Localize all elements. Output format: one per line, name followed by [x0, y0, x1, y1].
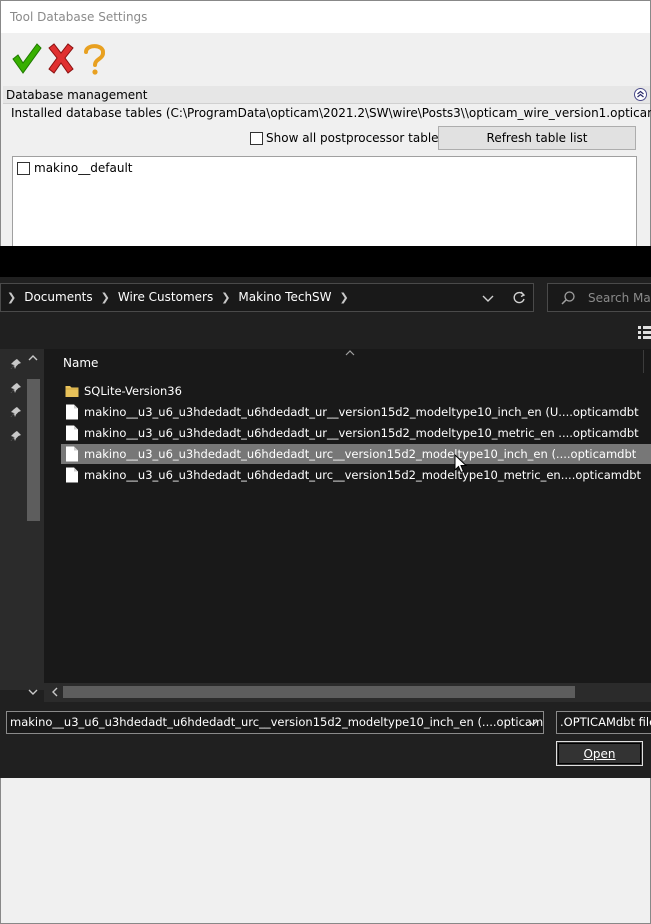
list-item-file[interactable]: makino__u3_u6_u3hdedadt_u6hdedadt_ur__ve… — [61, 402, 651, 422]
breadcrumb-item-documents[interactable]: Documents — [24, 290, 92, 304]
pin-icon[interactable] — [10, 358, 22, 370]
file-list-pane: Name SQLite-Version36 makino__u3_u6_u3hd… — [44, 349, 651, 690]
column-divider[interactable] — [643, 350, 644, 373]
open-file-dialog: ❯ Documents ❯ Wire Customers ❯ Makino Te… — [0, 246, 651, 778]
horizontal-scrollbar[interactable] — [44, 683, 651, 702]
breadcrumb-item-wire-customers[interactable]: Wire Customers — [118, 290, 213, 304]
file-name: makino__u3_u6_u3hdedadt_u6hdedadt_ur__ve… — [84, 405, 639, 419]
file-type-value: .OPTICAMdbt files — [560, 715, 651, 729]
red-x-icon — [48, 43, 74, 74]
question-icon — [84, 44, 105, 75]
chevron-right-icon[interactable]: ❯ — [340, 291, 349, 304]
file-name: SQLite-Version36 — [84, 384, 182, 398]
vertical-scrollbar-thumb[interactable] — [27, 379, 40, 521]
pin-icon[interactable] — [10, 430, 22, 442]
dialog-title-bar — [0, 246, 651, 277]
check-icon — [12, 43, 42, 74]
file-icon — [66, 425, 78, 441]
ok-button[interactable] — [9, 39, 45, 79]
checkbox-box[interactable] — [250, 131, 263, 145]
horizontal-scrollbar-thumb[interactable] — [63, 686, 575, 698]
mouse-cursor-icon — [454, 454, 467, 474]
file-icon — [66, 404, 78, 420]
file-name: makino__u3_u6_u3hdedadt_u6hdedadt_ur__ve… — [84, 426, 639, 440]
list-item-file[interactable]: makino__u3_u6_u3hdedadt_u6hdedadt_urc__v… — [61, 465, 651, 485]
file-icon — [66, 467, 78, 483]
file-icon — [66, 446, 78, 462]
database-table-list: makino__default — [12, 156, 637, 248]
search-icon — [561, 291, 575, 305]
double-chevron-up-icon — [637, 90, 644, 98]
list-item-file-selected[interactable]: makino__u3_u6_u3hdedadt_u6hdedadt_urc__v… — [61, 444, 651, 464]
folder-icon — [65, 386, 79, 397]
file-type-select[interactable]: .OPTICAMdbt files — [556, 711, 651, 734]
refresh-table-list-button[interactable]: Refresh table list — [438, 126, 636, 150]
file-name: makino__u3_u6_u3hdedadt_u6hdedadt_urc__v… — [84, 468, 642, 482]
chevron-right-icon: ❯ — [7, 290, 17, 304]
installed-tables-label: Installed database tables (C:\ProgramDat… — [11, 106, 651, 120]
breadcrumb-item-makino-techsw[interactable]: Makino TechSW — [238, 290, 331, 304]
chevron-right-icon[interactable]: ❯ — [221, 291, 230, 304]
title-bar: Tool Database Settings — [1, 1, 650, 33]
database-management-header: Database management — [3, 86, 650, 104]
search-input[interactable]: Search Mak — [547, 283, 651, 312]
window-title: Tool Database Settings — [10, 10, 148, 24]
list-item[interactable]: makino__default — [17, 161, 133, 175]
file-name: makino__u3_u6_u3hdedadt_u6hdedadt_urc__v… — [84, 447, 637, 461]
list-item-folder[interactable]: SQLite-Version36 — [61, 381, 651, 401]
show-all-postprocessor-checkbox[interactable]: Show all postprocessor tables — [250, 131, 445, 145]
refresh-icon[interactable] — [511, 290, 527, 306]
address-bar[interactable]: ❯ Documents ❯ Wire Customers ❯ Makino Te… — [0, 283, 534, 312]
details-view-icon[interactable] — [638, 325, 651, 339]
search-placeholder: Search Mak — [588, 291, 651, 305]
file-name-combobox[interactable]: makino__u3_u6_u3hdedadt_u6hdedadt_urc__v… — [6, 711, 544, 734]
help-button[interactable] — [77, 39, 113, 79]
checkbox-box[interactable] — [17, 161, 30, 175]
chevron-down-icon[interactable] — [527, 717, 539, 729]
chevron-down-icon[interactable] — [481, 291, 495, 305]
sort-ascending-icon — [345, 350, 355, 356]
collapse-button[interactable] — [634, 88, 647, 101]
pin-icon[interactable] — [10, 406, 22, 418]
list-item-label: makino__default — [34, 161, 133, 175]
open-button[interactable]: Open — [556, 741, 643, 766]
pin-icon[interactable] — [10, 382, 22, 394]
file-name-value: makino__u3_u6_u3hdedadt_u6hdedadt_urc__v… — [10, 715, 544, 729]
chevron-right-icon[interactable]: ❯ — [101, 291, 110, 304]
scroll-left-arrow-icon[interactable] — [50, 687, 60, 697]
section-title: Database management — [6, 88, 148, 102]
checkbox-label: Show all postprocessor tables — [266, 131, 445, 145]
list-item-file[interactable]: makino__u3_u6_u3hdedadt_u6hdedadt_ur__ve… — [61, 423, 651, 443]
cancel-button[interactable] — [43, 39, 79, 79]
scroll-down-arrow-icon[interactable] — [28, 687, 38, 697]
breadcrumb: ❯ Documents ❯ Wire Customers ❯ Makino Te… — [7, 290, 357, 304]
name-column-header[interactable]: Name — [63, 356, 98, 370]
scroll-up-arrow-icon[interactable] — [28, 353, 38, 363]
